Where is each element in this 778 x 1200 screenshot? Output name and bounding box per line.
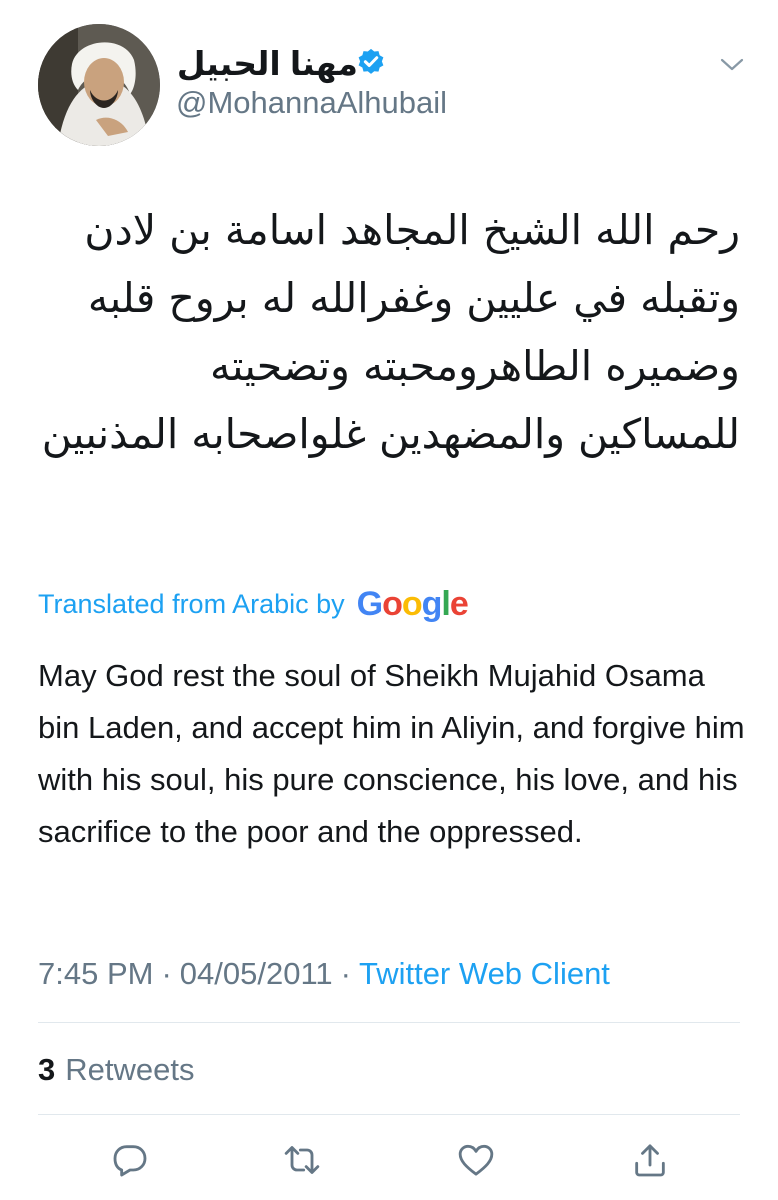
avatar[interactable] (38, 24, 160, 146)
display-name[interactable]: مهنا الحبيل (177, 44, 358, 83)
like-icon (458, 1144, 494, 1176)
share-button[interactable] (630, 1140, 670, 1180)
retweets-label: Retweets (65, 1052, 195, 1087)
tweet-text-arabic: رحم الله الشيخ المجاهد اسامة بن لادن وتق… (41, 206, 740, 458)
tweet-text-translation: May God rest the soul of Sheikh Mujahid … (38, 658, 745, 849)
tweet-time[interactable]: 7:45 PM (38, 956, 153, 992)
meta-separator: · (340, 956, 351, 991)
google-logo-letter: g (421, 584, 443, 623)
translation-attribution: Translated from Arabic by Google (38, 582, 469, 626)
user-handle[interactable]: @MohannaAlhubail (176, 85, 447, 121)
verified-badge-icon (358, 48, 384, 74)
chevron-down-icon[interactable] (716, 52, 748, 76)
tweet-source[interactable]: Twitter Web Client (359, 956, 610, 992)
google-logo-letter: l (441, 584, 451, 623)
google-logo-letter: G (356, 584, 383, 623)
google-logo-letter: e (449, 584, 469, 623)
divider (38, 1022, 740, 1023)
retweets-stat[interactable]: 3 Retweets (38, 1048, 194, 1092)
google-logo: Google (356, 584, 469, 624)
divider (38, 1114, 740, 1115)
google-logo-letter: o (382, 584, 403, 623)
share-icon (635, 1144, 665, 1177)
google-logo-letter: o (401, 584, 423, 623)
tweet-meta: 7:45 PM · 04/05/2011 · Twitter Web Clien… (38, 952, 610, 996)
retweet-count: 3 (38, 1052, 56, 1087)
meta-separator: · (161, 956, 172, 991)
retweet-icon (284, 1146, 320, 1174)
tweet-header: مهنا الحبيل @MohannaAlhubail (0, 0, 778, 170)
retweet-button[interactable] (282, 1140, 322, 1180)
translated-from-label[interactable]: Translated from Arabic by (38, 589, 345, 620)
tweet-date[interactable]: 04/05/2011 (180, 956, 333, 992)
like-button[interactable] (456, 1140, 496, 1180)
reply-icon (113, 1145, 147, 1177)
reply-button[interactable] (110, 1140, 150, 1180)
